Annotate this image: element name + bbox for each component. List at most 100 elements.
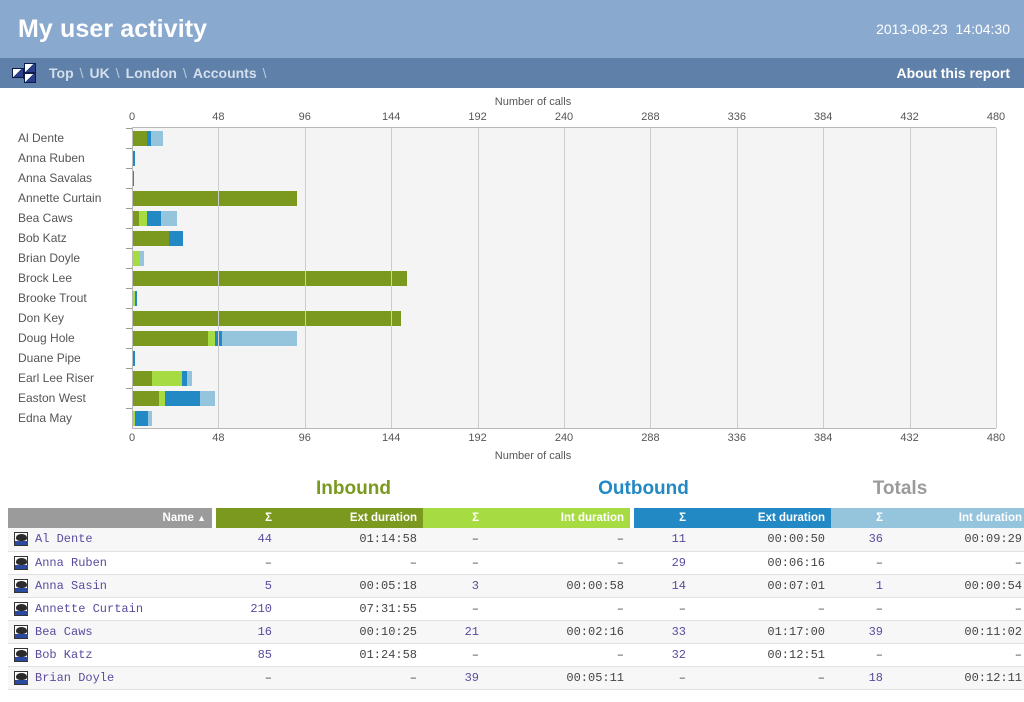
breadcrumb-item-london[interactable]: London bbox=[121, 65, 182, 81]
user-icon bbox=[14, 556, 28, 570]
user-name-link[interactable]: Anna Ruben bbox=[35, 556, 107, 570]
chart-stacked-bar[interactable] bbox=[132, 331, 510, 346]
chart-bar-segment[interactable] bbox=[135, 291, 137, 306]
chart-bar-segment[interactable] bbox=[169, 231, 183, 246]
breadcrumb-item-top[interactable]: Top bbox=[44, 65, 79, 81]
table-row[interactable]: Brian Doyle––3900:05:11––1800:12:115700:… bbox=[8, 666, 1024, 689]
chart-bar-segment[interactable] bbox=[132, 131, 147, 146]
column-header-outbound-int-count[interactable]: Σ bbox=[831, 508, 889, 528]
column-header-inbound-ext-duration[interactable]: Ext duration bbox=[278, 508, 423, 528]
cell-value: – bbox=[876, 556, 883, 570]
chart-bar-segment[interactable] bbox=[200, 391, 215, 406]
chart-stacked-bar[interactable] bbox=[132, 171, 177, 186]
table-cell-out-ext-dur: 00:06:16 bbox=[692, 551, 831, 574]
chart-bar-segment[interactable] bbox=[147, 211, 160, 226]
chart-bar-segment[interactable] bbox=[222, 331, 298, 346]
user-name-link[interactable]: Anna Sasin bbox=[35, 579, 107, 593]
chart-bar-segment[interactable] bbox=[135, 411, 147, 426]
chart-category-label: Doug Hole bbox=[14, 328, 124, 348]
cell-value: – bbox=[617, 602, 624, 616]
chart-stacked-bar[interactable] bbox=[132, 191, 510, 206]
table-cell-in-int-dur: 00:02:16 bbox=[485, 620, 630, 643]
chart-gridline bbox=[391, 128, 392, 428]
chart-bar-segment[interactable] bbox=[165, 391, 200, 406]
chart-stacked-bar[interactable] bbox=[132, 211, 328, 226]
table-row[interactable]: Anna Ruben––––2900:06:16––2900:06:161.08… bbox=[8, 551, 1024, 574]
breadcrumb-item-uk[interactable]: UK bbox=[85, 65, 115, 81]
chart-bar-segment[interactable] bbox=[132, 371, 152, 386]
chart-bar-segment[interactable] bbox=[132, 271, 407, 286]
table-cell-in-int-count: 39 bbox=[423, 666, 485, 689]
chart-gridline bbox=[132, 128, 133, 428]
column-header-outbound-ext-duration[interactable]: Ext duration bbox=[692, 508, 831, 528]
user-name-link[interactable]: Bea Caws bbox=[35, 625, 93, 639]
axis-tick-label: 240 bbox=[555, 432, 573, 444]
table-cell-out-ext-count: 14 bbox=[634, 574, 692, 597]
column-header-inbound-ext-count[interactable]: Σ bbox=[216, 508, 278, 528]
column-header-outbound-ext-count[interactable]: Σ bbox=[634, 508, 692, 528]
chart-bar-segment[interactable] bbox=[132, 251, 140, 266]
chart-stacked-bar[interactable] bbox=[132, 371, 361, 386]
column-header-name[interactable]: Name ▲ bbox=[8, 508, 212, 528]
user-name-link[interactable]: Brian Doyle bbox=[35, 671, 114, 685]
cell-value: 85 bbox=[258, 648, 272, 662]
axis-tick-label: 240 bbox=[555, 111, 573, 123]
table-cell-out-ext-dur: 00:00:50 bbox=[692, 528, 831, 551]
axis-tick-label: 48 bbox=[212, 432, 224, 444]
cell-value: 00:12:51 bbox=[767, 648, 825, 662]
cell-value: 21 bbox=[465, 625, 479, 639]
table-cell-in-int-dur: 00:05:11 bbox=[485, 666, 630, 689]
table-row[interactable]: Annette Curtain21007:31:55––––––21007:31… bbox=[8, 597, 1024, 620]
column-header-inbound-int-duration[interactable]: Int duration bbox=[485, 508, 630, 528]
chart-bar-segment[interactable] bbox=[161, 211, 177, 226]
table-row[interactable]: Bob Katz8501:24:58––3200:12:51––11701:37… bbox=[8, 643, 1024, 666]
axis-tick-label: 336 bbox=[728, 111, 746, 123]
chart-bar-segment[interactable] bbox=[132, 311, 401, 326]
table-cell-name: Bea Caws bbox=[8, 620, 212, 643]
chart-bar-segment[interactable] bbox=[132, 231, 169, 246]
chart-stacked-bar[interactable] bbox=[132, 131, 296, 146]
table-cell-name: Brian Doyle bbox=[8, 666, 212, 689]
chart-bar-segment[interactable] bbox=[152, 371, 182, 386]
chart-stacked-bar[interactable] bbox=[132, 151, 184, 166]
chart-bar-segment[interactable] bbox=[139, 211, 148, 226]
chart-category-label: Al Dente bbox=[14, 128, 124, 148]
user-name-link[interactable]: Annette Curtain bbox=[35, 602, 143, 616]
chart-bar-segment[interactable] bbox=[187, 371, 192, 386]
chart-gridline bbox=[564, 128, 565, 428]
chart-gridline bbox=[996, 128, 997, 428]
table-row[interactable]: Al Dente4401:14:58––1100:00:503600:09:29… bbox=[8, 528, 1024, 551]
column-header-inbound-int-count[interactable]: Σ bbox=[423, 508, 485, 528]
table-body: Al Dente4401:14:58––1100:00:503600:09:29… bbox=[8, 528, 1024, 689]
breadcrumb-item-accounts[interactable]: Accounts bbox=[188, 65, 262, 81]
chart-bar-segment[interactable] bbox=[133, 171, 134, 186]
chart-bar-segment[interactable] bbox=[132, 191, 297, 206]
chart-bar-segment[interactable] bbox=[148, 411, 152, 426]
chart-stacked-bar[interactable] bbox=[132, 311, 614, 326]
column-header-outbound-int-duration[interactable]: Int duration bbox=[889, 508, 1024, 528]
table-row[interactable]: Bea Caws1600:10:252100:02:163301:17:0039… bbox=[8, 620, 1024, 643]
user-name-link[interactable]: Bob Katz bbox=[35, 648, 93, 662]
table-cell-in-int-dur: – bbox=[485, 551, 630, 574]
about-this-report-link[interactable]: About this report bbox=[896, 65, 1010, 81]
chart-stacked-bar[interactable] bbox=[132, 231, 343, 246]
table-cell-out-int-count: 1 bbox=[831, 574, 889, 597]
chart-bar-segment[interactable] bbox=[208, 331, 216, 346]
chart-stacked-bar[interactable] bbox=[132, 391, 400, 406]
chart-stacked-bar[interactable] bbox=[132, 271, 620, 286]
chart-stacked-bar[interactable] bbox=[132, 291, 199, 306]
chart-bar-segment[interactable] bbox=[132, 391, 159, 406]
table-row[interactable]: Anna Sasin500:05:18300:00:581400:07:0110… bbox=[8, 574, 1024, 597]
axis-tick-label: 96 bbox=[299, 432, 311, 444]
user-name-link[interactable]: Al Dente bbox=[35, 532, 93, 546]
chart-stacked-bar[interactable] bbox=[132, 351, 184, 366]
chart-bar-segment[interactable] bbox=[151, 131, 163, 146]
chart-bar-segment[interactable] bbox=[140, 251, 144, 266]
cell-value: 18 bbox=[869, 671, 883, 685]
chart-bar-segment[interactable] bbox=[132, 331, 208, 346]
table-cell-in-ext-dur: 01:14:58 bbox=[278, 528, 423, 551]
table-cell-out-int-dur: 00:11:02 bbox=[889, 620, 1024, 643]
chart-bar-segment[interactable] bbox=[133, 351, 135, 366]
chart-stacked-bar[interactable] bbox=[132, 411, 263, 426]
axis-tick-label: 144 bbox=[382, 111, 400, 123]
